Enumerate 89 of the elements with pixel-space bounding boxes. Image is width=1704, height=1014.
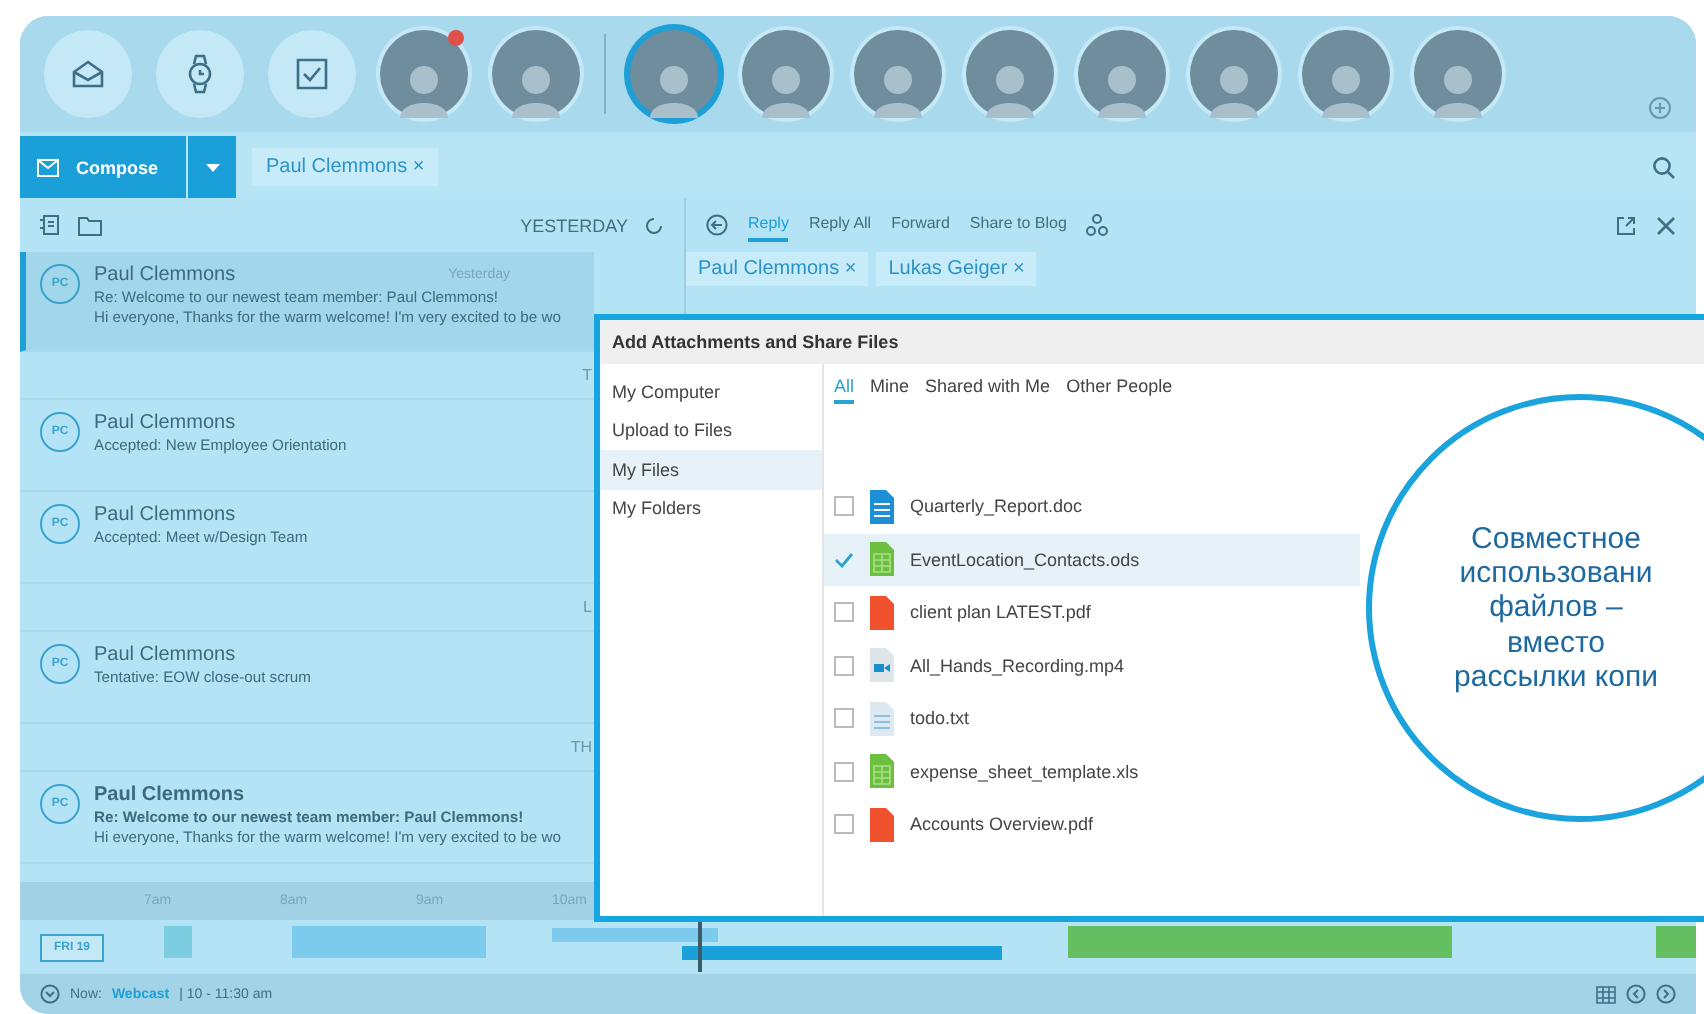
date-heading: YESTERDAY xyxy=(520,215,628,235)
file-name: All_Hands_Recording.mp4 xyxy=(910,655,1125,676)
folder-icon[interactable] xyxy=(78,215,102,235)
app-button[interactable] xyxy=(156,30,244,118)
avatar[interactable] xyxy=(1414,30,1502,118)
file-name: expense_sheet_template.xls xyxy=(910,761,1139,782)
compose-note-icon[interactable] xyxy=(40,214,62,236)
sender-name: Paul Clemmons xyxy=(94,412,236,434)
date-heading: T xyxy=(582,366,592,384)
date-heading: L xyxy=(583,598,592,616)
dialog-title: Add Attachments and Share Files xyxy=(600,320,1704,364)
compose-button[interactable]: Compose xyxy=(20,136,186,198)
avatar[interactable] xyxy=(380,30,468,118)
filter-tab[interactable]: Mine xyxy=(870,376,910,404)
file-name: Accounts Overview.pdf xyxy=(910,814,1094,835)
source-item[interactable]: Upload to Files xyxy=(600,411,822,450)
current-time-line xyxy=(698,920,701,972)
envelope-icon xyxy=(36,157,64,177)
file-icon xyxy=(870,701,894,736)
filter-chip[interactable]: Paul Clemmons × xyxy=(252,148,439,186)
app-button[interactable] xyxy=(44,30,132,118)
file-icon xyxy=(870,595,894,630)
checkbox[interactable] xyxy=(834,655,854,676)
avatar[interactable] xyxy=(1190,30,1278,118)
reply-action[interactable]: Forward xyxy=(891,208,950,242)
filter-tab[interactable]: All xyxy=(834,376,855,404)
sender-name: Paul Clemmons xyxy=(94,504,236,526)
avatar[interactable] xyxy=(854,30,942,118)
popout-icon[interactable] xyxy=(1616,215,1636,235)
file-icon xyxy=(870,807,894,842)
file-row[interactable]: Accounts Overview.pdf xyxy=(824,798,1360,851)
add-icon[interactable] xyxy=(1648,96,1672,120)
recipient-chip[interactable]: Paul Clemmons × xyxy=(686,252,869,286)
avatar[interactable] xyxy=(630,30,718,118)
search-icon[interactable] xyxy=(1652,155,1676,179)
date-heading: TH xyxy=(570,738,592,756)
avatar[interactable] xyxy=(492,30,580,118)
checkbox[interactable] xyxy=(834,814,854,835)
source-item[interactable]: My Computer xyxy=(600,372,822,411)
avatar[interactable] xyxy=(1078,30,1166,118)
callout-text: Совместное использовани файлов – вместо рассылки копи xyxy=(1452,521,1660,695)
file-name: EventLocation_Contacts.ods xyxy=(910,549,1140,570)
file-name: Quarterly_Report.doc xyxy=(910,496,1083,517)
file-icon xyxy=(870,489,894,524)
checkbox[interactable] xyxy=(834,602,854,623)
checkbox[interactable] xyxy=(834,761,854,782)
grid-icon[interactable] xyxy=(1596,985,1616,1003)
file-row[interactable]: client plan LATEST.pdf xyxy=(824,586,1360,639)
checkbox[interactable] xyxy=(834,549,854,570)
back-icon[interactable] xyxy=(706,214,728,236)
reply-action[interactable]: Share to Blog xyxy=(969,208,1067,242)
file-row[interactable]: EventLocation_Contacts.ods xyxy=(824,533,1360,586)
next-icon[interactable] xyxy=(1656,984,1676,1004)
filter-tab[interactable]: Other People xyxy=(1066,376,1173,404)
video-file-icon xyxy=(870,648,894,683)
file-row[interactable]: All_Hands_Recording.mp4 xyxy=(824,639,1360,692)
sender-name: Paul Clemmons xyxy=(94,784,245,806)
filter-tab[interactable]: Shared with Me xyxy=(925,376,1051,404)
share-icon[interactable] xyxy=(1086,214,1109,236)
envelope-icon xyxy=(70,58,106,90)
checkbox[interactable] xyxy=(834,708,854,729)
reply-action[interactable]: Reply All xyxy=(808,208,872,242)
notification-dot xyxy=(448,30,464,46)
source-item[interactable]: My Folders xyxy=(600,489,822,528)
avatar[interactable] xyxy=(742,30,830,118)
app-button[interactable] xyxy=(268,30,356,118)
previous-icon[interactable] xyxy=(1626,984,1646,1004)
avatar[interactable] xyxy=(1302,30,1390,118)
caret-icon xyxy=(205,163,219,171)
sender-name: Paul Clemmons xyxy=(94,264,236,286)
file-row[interactable]: expense_sheet_template.xls xyxy=(824,745,1360,798)
close-icon[interactable] xyxy=(1656,215,1676,235)
checkbox[interactable] xyxy=(834,496,854,517)
collapse-icon[interactable] xyxy=(40,984,60,1004)
refresh-icon[interactable] xyxy=(644,215,664,235)
recipient-chip[interactable]: Lukas Geiger × xyxy=(876,252,1037,286)
file-name: client plan LATEST.pdf xyxy=(910,602,1091,623)
file-row[interactable]: Quarterly_Report.doc xyxy=(824,480,1360,533)
sender-name: Paul Clemmons xyxy=(94,644,236,666)
source-item[interactable]: My Files xyxy=(600,450,822,489)
file-row[interactable]: todo.txt xyxy=(824,692,1360,745)
checklist-icon xyxy=(294,56,330,92)
avatar[interactable] xyxy=(966,30,1054,118)
file-icon xyxy=(870,542,894,577)
watch-icon xyxy=(184,54,216,94)
event-block xyxy=(1656,926,1696,958)
file-icon xyxy=(870,754,894,789)
file-name: todo.txt xyxy=(910,708,970,729)
event-block xyxy=(164,926,192,958)
